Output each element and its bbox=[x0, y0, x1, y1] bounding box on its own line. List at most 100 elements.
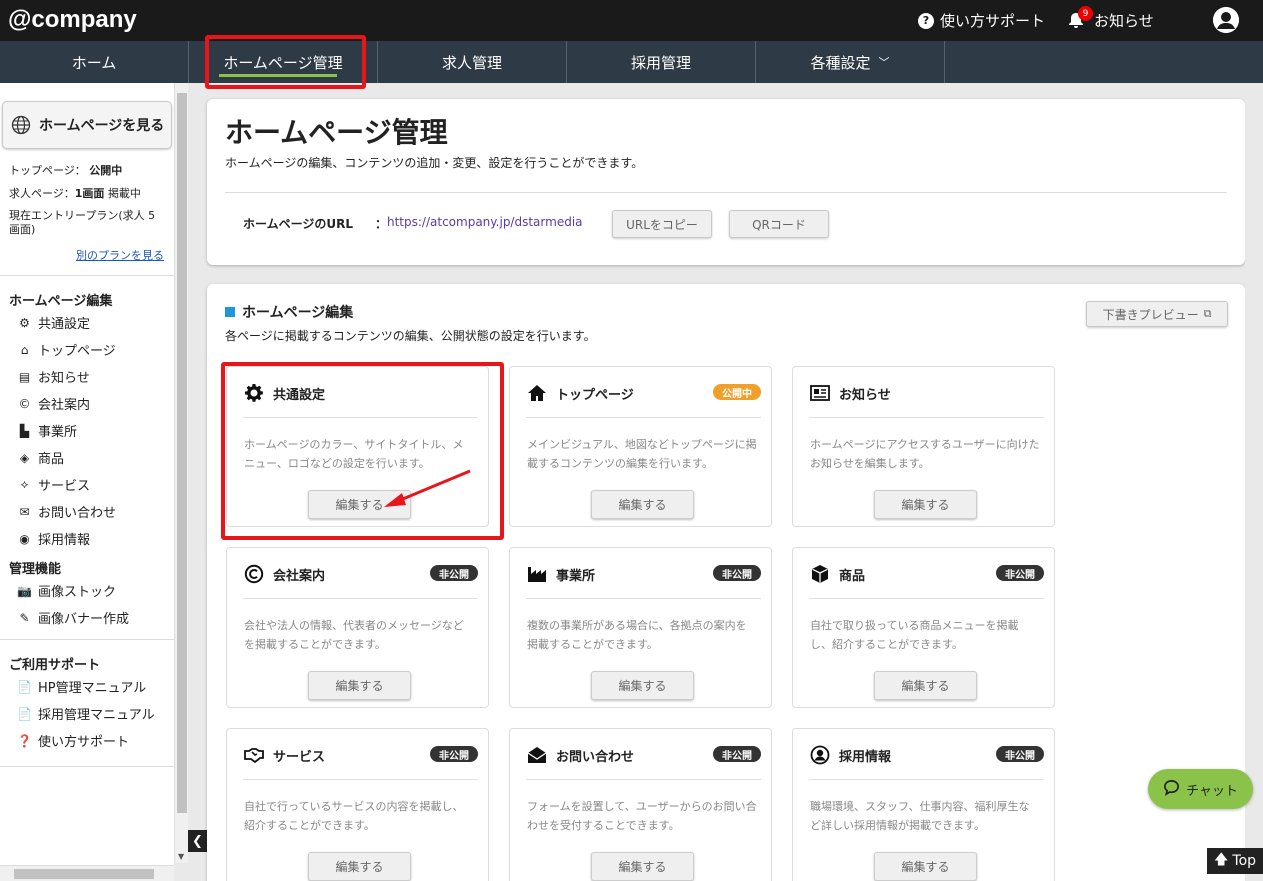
other-plan-link[interactable]: 別のプランを見る bbox=[0, 247, 174, 263]
status-badge: 公開中 bbox=[713, 384, 761, 400]
arrow-up-icon: 🡅 bbox=[1213, 852, 1229, 868]
divider bbox=[225, 192, 1227, 193]
sidebar-item-edit-4[interactable]: ▙ 事業所 bbox=[0, 417, 174, 444]
draft-preview-label: 下書きプレビュー bbox=[1102, 307, 1199, 322]
status-badge: 非公開 bbox=[713, 565, 761, 581]
notifications-link[interactable]: 9 お知らせ bbox=[1068, 6, 1154, 31]
qr-code-button[interactable]: QRコード bbox=[729, 210, 829, 238]
sidebar-item-label: 共通設定 bbox=[38, 317, 91, 332]
sidebar-item-edit-5[interactable]: ◈ 商品 bbox=[0, 444, 174, 471]
sidebar-item-support-1[interactable]: 📄 採用管理マニュアル bbox=[0, 700, 174, 727]
edit-card-copyright: 会社案内 非公開 会社や法人の情報、代表者のメッセージなどを掲載することができます。… bbox=[226, 547, 489, 708]
factory-icon: ▙ bbox=[19, 423, 30, 438]
nav-recruitment-management[interactable]: 採用管理 bbox=[567, 41, 756, 83]
status-badge: 非公開 bbox=[430, 746, 478, 762]
copy-url-button[interactable]: URLをコピー bbox=[612, 210, 712, 238]
scrollbar-thumb[interactable] bbox=[177, 93, 187, 813]
scroll-down-arrow-icon[interactable]: ▼ bbox=[178, 852, 184, 861]
back-to-top-button[interactable]: 🡅 Top bbox=[1207, 848, 1263, 874]
job-page-status: 求人ページ：1画面 掲載中 bbox=[9, 182, 165, 205]
chevron-left-icon: ❮ bbox=[192, 833, 203, 849]
handshake-icon: ⟡ bbox=[20, 477, 29, 491]
divider bbox=[809, 598, 1044, 599]
copyright-icon: © bbox=[18, 396, 31, 411]
homepage-url-link[interactable]: https://atcompany.jp/dstarmedia bbox=[387, 215, 583, 229]
edit-button[interactable]: 編集する bbox=[591, 852, 694, 881]
home-icon bbox=[526, 382, 548, 404]
nav-job-management[interactable]: 求人管理 bbox=[378, 41, 567, 83]
section-title: ホームページ編集 bbox=[225, 302, 353, 322]
nav-settings-dropdown[interactable]: 各種設定 ﹀ bbox=[756, 41, 945, 83]
sidebar-item-edit-6[interactable]: ⟡ サービス bbox=[0, 471, 174, 498]
edit-button[interactable]: 編集する bbox=[591, 490, 694, 519]
divider bbox=[809, 779, 1044, 780]
sidebar-item-edit-1[interactable]: ⌂ トップページ bbox=[0, 336, 174, 363]
view-homepage-button[interactable]: ホームページを見る bbox=[2, 101, 172, 149]
edit-button[interactable]: 編集する bbox=[308, 852, 411, 881]
nav-home[interactable]: ホーム bbox=[0, 41, 189, 83]
newspaper-icon bbox=[809, 382, 831, 404]
nav-job-management-label: 求人管理 bbox=[441, 53, 502, 72]
sidebar-admin-list: 📷 画像ストック ✎ 画像バナー作成 bbox=[0, 577, 174, 631]
section-marker bbox=[225, 307, 235, 317]
sidebar-item-label: HP管理マニュアル bbox=[38, 681, 147, 696]
globe-icon bbox=[11, 115, 31, 135]
sidebar-item-admin-0[interactable]: 📷 画像ストック bbox=[0, 577, 174, 604]
company-logo[interactable]: @company bbox=[8, 6, 137, 34]
top-page-status: トップページ： 公開中 bbox=[9, 159, 165, 182]
sidebar-section-hp-edit: ホームページ編集 bbox=[9, 294, 113, 309]
top-page-status-value: 公開中 bbox=[89, 164, 123, 177]
notification-count-badge: 9 bbox=[1078, 6, 1093, 21]
user-avatar-icon[interactable] bbox=[1213, 7, 1239, 33]
help-support-link[interactable]: ? 使い方サポート bbox=[918, 10, 1045, 31]
divider bbox=[526, 417, 761, 418]
card-title: サービス bbox=[273, 749, 326, 765]
edit-button[interactable]: 編集する bbox=[591, 671, 694, 700]
edit-card-box: 商品 非公開 自社で取り扱っている商品メニューを掲載し、紹介することができます。 編集… bbox=[792, 547, 1055, 708]
page-title: ホームページ管理 bbox=[225, 116, 448, 149]
collapse-sidebar-button[interactable]: ❮ bbox=[188, 830, 207, 852]
sidebar-item-admin-1[interactable]: ✎ 画像バナー作成 bbox=[0, 604, 174, 631]
sidebar-horizontal-scrollbar[interactable] bbox=[0, 865, 174, 881]
sidebar-item-edit-2[interactable]: ▤ お知らせ bbox=[0, 363, 174, 390]
edit-button[interactable]: 編集する bbox=[308, 671, 411, 700]
edit-card-user-circle: 採用情報 非公開 職場環境、スタッフ、仕事内容、福利厚生など詳しい採用情報が掲載でき… bbox=[792, 728, 1055, 881]
card-description: 自社で取り扱っている商品メニューを掲載し、紹介することができます。 bbox=[810, 619, 1019, 651]
sidebar-item-edit-0[interactable]: ⚙ 共通設定 bbox=[0, 309, 174, 336]
sidebar-item-label: サービス bbox=[38, 479, 91, 494]
homepage-url-label: ホームページのURL bbox=[243, 217, 354, 231]
red-arrow-annotation bbox=[384, 469, 471, 507]
question-circle-icon: ❓ bbox=[17, 733, 32, 748]
draft-preview-button[interactable]: 下書きプレビュー ⧉ bbox=[1086, 301, 1228, 327]
sidebar-item-label: 事業所 bbox=[38, 425, 78, 440]
edit-button[interactable]: 編集する bbox=[874, 490, 977, 519]
sidebar-scrollbar[interactable]: ▼ bbox=[174, 83, 188, 863]
chat-bubble-icon bbox=[1163, 779, 1180, 800]
edit-button[interactable]: 編集する bbox=[874, 671, 977, 700]
sidebar-item-edit-8[interactable]: ◉ 採用情報 bbox=[0, 525, 174, 552]
sidebar-item-support-2[interactable]: ❓ 使い方サポート bbox=[0, 727, 174, 754]
copyright-icon bbox=[243, 563, 265, 585]
divider bbox=[526, 598, 761, 599]
user-circle-icon bbox=[809, 744, 831, 766]
card-header: お知らせ bbox=[809, 383, 1044, 403]
card-title: お知らせ bbox=[839, 387, 891, 403]
help-support-label: 使い方サポート bbox=[940, 12, 1046, 30]
divider bbox=[0, 639, 174, 640]
edit-card-home: トップページ 公開中 メインビジュアル、地図などトップページに掲載するコンテンツの編… bbox=[509, 366, 772, 527]
box-icon bbox=[809, 563, 831, 585]
current-plan: 現在エントリープラン(求人 5画面) bbox=[9, 209, 156, 236]
card-description: フォームを設置して、ユーザーからのお問い合わせを受付することできます。 bbox=[527, 800, 757, 832]
sidebar-item-edit-3[interactable]: © 会社案内 bbox=[0, 390, 174, 417]
sidebar-item-label: お問い合わせ bbox=[38, 506, 117, 521]
nav-settings-label: 各種設定 bbox=[810, 53, 871, 72]
chat-button[interactable]: チャット bbox=[1148, 769, 1253, 809]
sidebar-item-edit-7[interactable]: ✉ お問い合わせ bbox=[0, 498, 174, 525]
top-bar: @company ? 使い方サポート 9 お知らせ bbox=[0, 0, 1263, 41]
horizontal-scrollbar-thumb[interactable] bbox=[14, 869, 154, 879]
edit-button[interactable]: 編集する bbox=[874, 852, 977, 881]
sidebar-item-support-0[interactable]: 📄 HP管理マニュアル bbox=[0, 673, 174, 700]
notifications-label: お知らせ bbox=[1094, 12, 1154, 30]
sidebar-item-label: お知らせ bbox=[38, 371, 90, 386]
status-badge: 非公開 bbox=[996, 746, 1044, 762]
